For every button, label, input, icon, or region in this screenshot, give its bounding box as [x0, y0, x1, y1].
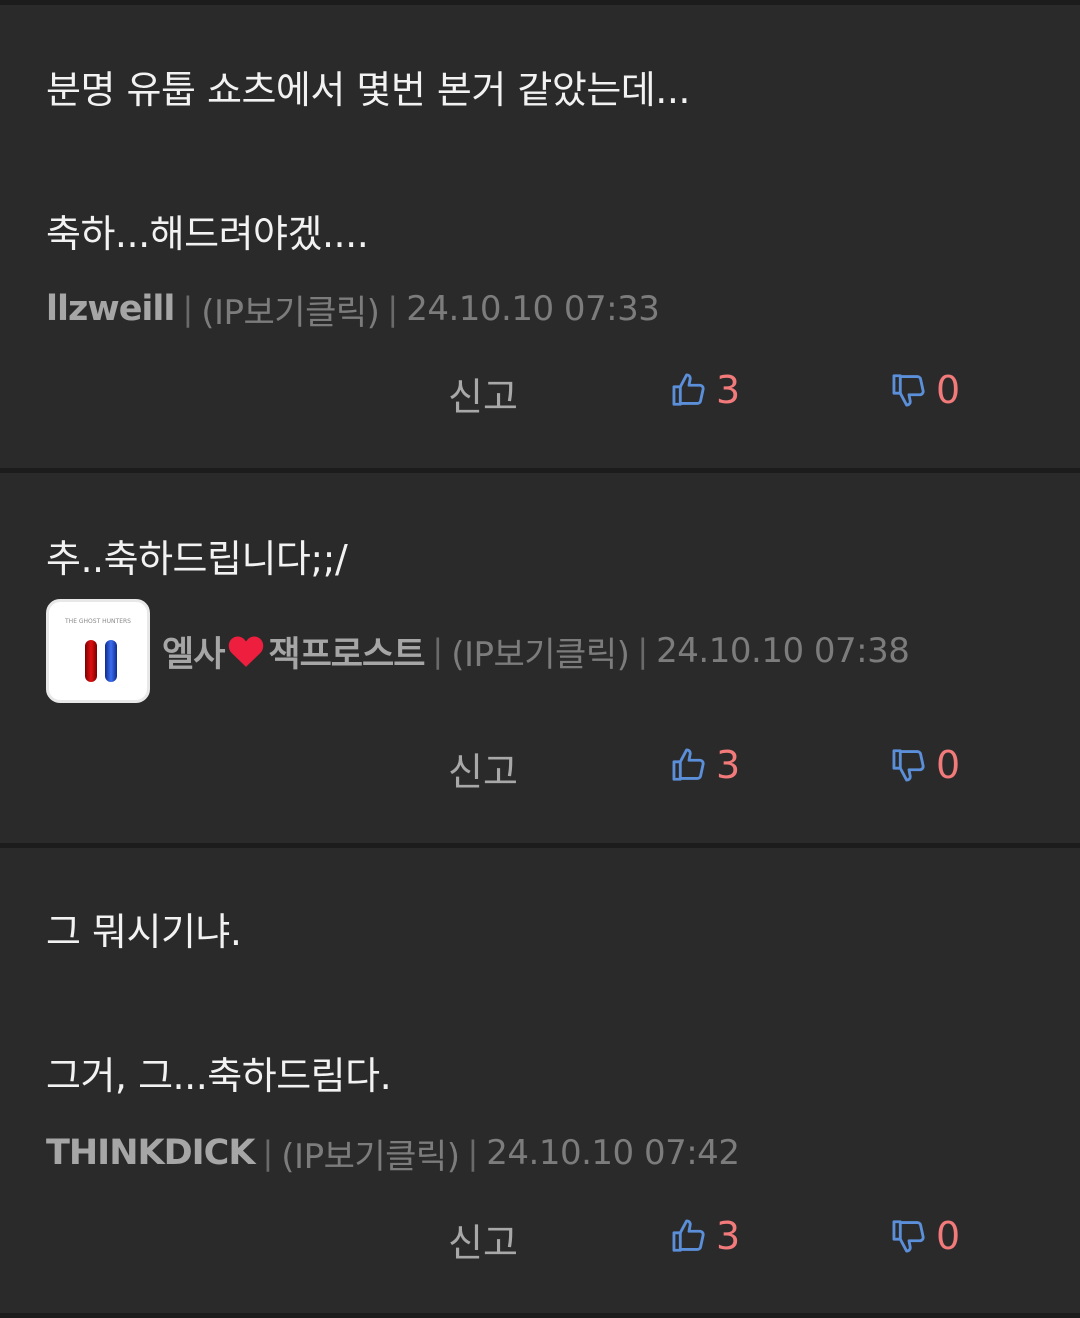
comment-actions: 신고 3 0 — [0, 735, 1080, 795]
like-count: 3 — [716, 368, 741, 412]
separator: | — [637, 632, 649, 670]
dislike-count: 0 — [936, 743, 961, 787]
author-name[interactable]: 엘사 잭프로스트 — [162, 626, 425, 677]
ip-view-link[interactable]: (IP보기클릭) — [281, 1129, 460, 1178]
thumbs-up-icon — [672, 1219, 705, 1252]
ip-view-link[interactable]: (IP보기클릭) — [451, 627, 630, 676]
author-name[interactable]: THINKDICK — [46, 1133, 255, 1173]
author-name-prefix: 엘사 — [162, 634, 225, 675]
like-count: 3 — [716, 743, 741, 787]
dislike-button[interactable]: 0 — [890, 735, 960, 795]
comment-item: 그 뭐시기냐. 그거, 그...축하드림다. THINKDICK | (IP보기… — [0, 848, 1080, 1314]
separator: | — [182, 290, 194, 328]
blue-pill-image — [105, 640, 117, 682]
separator: | — [262, 1134, 274, 1172]
avatar[interactable]: THE GHOST HUNTERS — [46, 599, 150, 703]
thumbs-down-icon — [892, 749, 925, 782]
comment-text: 추..축하드립니다;;/ — [46, 537, 348, 581]
thumbs-down-icon — [892, 374, 925, 407]
comment-actions: 신고 3 0 — [0, 360, 1080, 420]
author-name-suffix: 잭프로스트 — [268, 634, 425, 675]
dislike-count: 0 — [936, 1214, 961, 1258]
comment-meta: THE GHOST HUNTERS 엘사 잭프로스트 | (IP보기클릭) | … — [46, 597, 910, 705]
comment-item: 추..축하드립니다;;/ THE GHOST HUNTERS 엘사 잭프로스트 … — [0, 473, 1080, 843]
comment-text: 그 뭐시기냐. 그거, 그...축하드림다. — [46, 910, 392, 1098]
dislike-count: 0 — [936, 368, 961, 412]
like-button[interactable]: 3 — [670, 1206, 740, 1266]
comment-date: 24.10.10 07:33 — [406, 289, 660, 329]
report-button[interactable]: 신고 — [448, 741, 518, 796]
report-button[interactable]: 신고 — [448, 1212, 518, 1267]
like-button[interactable]: 3 — [670, 735, 740, 795]
comment-meta: llzweill | (IP보기클릭) | 24.10.10 07:33 — [46, 284, 660, 334]
dislike-button[interactable]: 0 — [890, 1206, 960, 1266]
like-count: 3 — [716, 1214, 741, 1258]
separator: | — [432, 632, 444, 670]
separator: | — [387, 290, 399, 328]
red-pill-image — [85, 640, 97, 682]
report-button[interactable]: 신고 — [448, 366, 518, 421]
comment-item: 분명 유툽 쇼츠에서 몇번 본거 같았는데... 축하...해드려야겠.... … — [0, 0, 1080, 468]
bottom-divider — [0, 1313, 1080, 1318]
thumbs-down-icon — [892, 1220, 925, 1253]
like-button[interactable]: 3 — [670, 360, 740, 420]
comment-date: 24.10.10 07:42 — [486, 1133, 740, 1173]
thumbs-up-icon — [672, 373, 705, 406]
avatar-caption: THE GHOST HUNTERS — [65, 618, 131, 625]
heart-icon — [229, 636, 264, 667]
comment-text: 분명 유툽 쇼츠에서 몇번 본거 같았는데... 축하...해드려야겠.... — [46, 68, 691, 256]
author-name[interactable]: llzweill — [46, 289, 175, 329]
comment-meta: THINKDICK | (IP보기클릭) | 24.10.10 07:42 — [46, 1128, 740, 1178]
dislike-button[interactable]: 0 — [890, 360, 960, 420]
ip-view-link[interactable]: (IP보기클릭) — [201, 285, 380, 334]
comment-date: 24.10.10 07:38 — [656, 631, 910, 671]
comment-actions: 신고 3 0 — [0, 1206, 1080, 1266]
separator: | — [467, 1134, 479, 1172]
thumbs-up-icon — [672, 748, 705, 781]
